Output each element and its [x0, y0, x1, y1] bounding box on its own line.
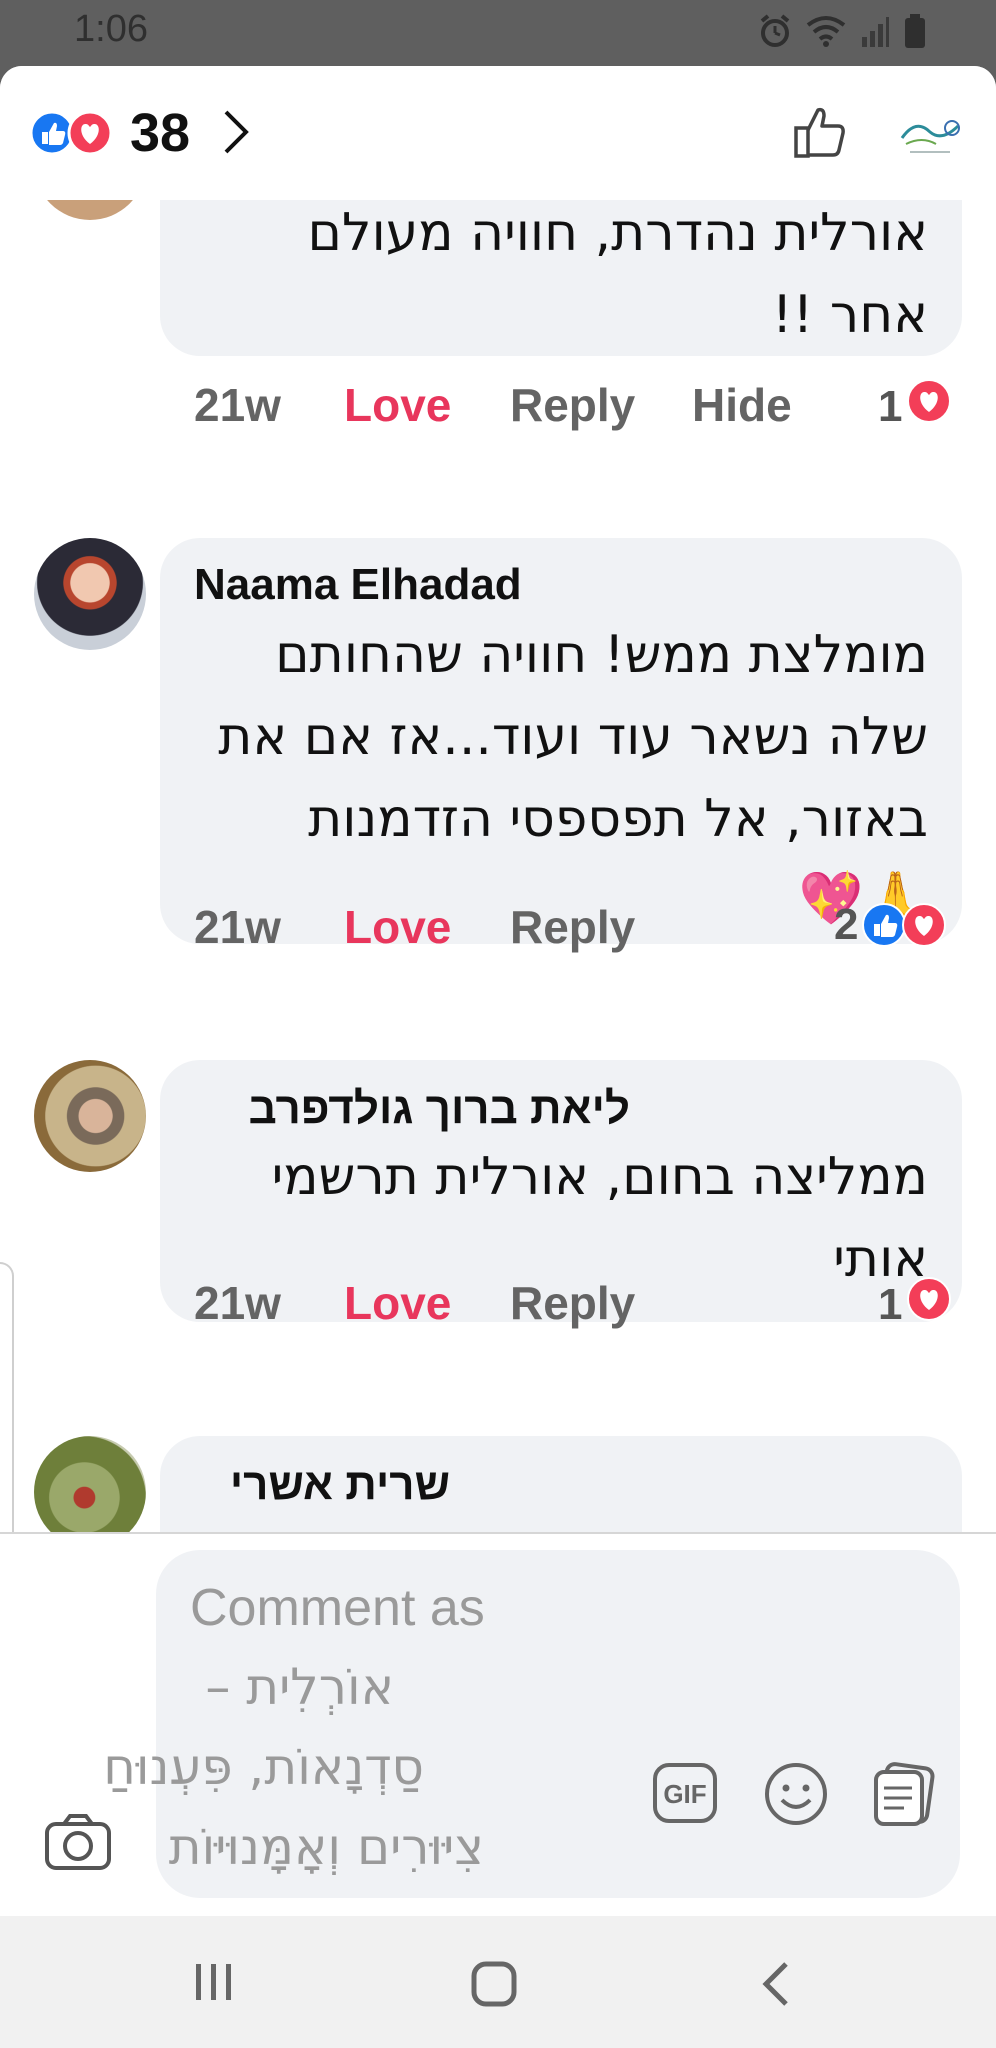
- emoji-icon[interactable]: [764, 1762, 828, 1831]
- reply-button[interactable]: Reply: [510, 378, 635, 432]
- comment-text-line: מומלצת ממש! חוויה שהחותם: [275, 625, 928, 685]
- comment-time[interactable]: 21w: [194, 900, 281, 954]
- recent-apps-icon[interactable]: [190, 1960, 238, 2009]
- comment-author[interactable]: שרית אשרי: [230, 1460, 450, 1510]
- comment-text-line: ממליצה בחום, אורלית תרשמי: [271, 1147, 928, 1207]
- avatar[interactable]: [34, 538, 146, 650]
- back-icon[interactable]: [758, 1960, 794, 2013]
- reactions-header: 38: [0, 66, 996, 201]
- comment-text-line: באזור, אל תפספסי הזדמנות: [308, 789, 928, 849]
- comment-placeholder: צִיּוּרִים וְאָמָּנוּיּוֹת: [168, 1818, 484, 1876]
- status-time: 1:06: [74, 8, 148, 50]
- comment-reactions[interactable]: 2: [834, 900, 948, 950]
- love-reaction-icon: [906, 378, 952, 435]
- status-bar: 1:06: [0, 0, 996, 66]
- comment-time[interactable]: 21w: [194, 378, 281, 432]
- camera-icon[interactable]: [44, 1812, 112, 1877]
- comment-text-line: שלה נשאר עוד ועוד...אז אם את: [218, 707, 928, 767]
- reply-button[interactable]: Reply: [510, 1276, 635, 1330]
- love-reaction-icon: [906, 1276, 952, 1333]
- comment-author[interactable]: ליאת ברוך גולדפרב: [249, 1084, 630, 1134]
- comment-placeholder: סַדְנָאוֹת, פִּעְנוּחַ: [103, 1738, 424, 1796]
- comments-list[interactable]: אורלית נהדרת, חוויה מעולם אחר !! 21w Lov…: [0, 200, 996, 1532]
- comment-bubble[interactable]: Naama Elhadad מומלצת ממש! חוויה שהחותם ש…: [160, 538, 962, 944]
- alarm-icon: [758, 14, 792, 53]
- gif-icon[interactable]: GIF: [652, 1762, 718, 1829]
- reaction-count: 1: [878, 381, 903, 431]
- comment-placeholder: אוֹרְלִית –: [205, 1658, 394, 1716]
- like-love-reaction-icons: [862, 903, 947, 947]
- comment-author[interactable]: Naama Elhadad: [194, 560, 522, 610]
- svg-text:GIF: GIF: [663, 1779, 706, 1809]
- sticker-icon[interactable]: [870, 1762, 936, 1833]
- status-icons: [758, 14, 926, 53]
- avatar[interactable]: [34, 200, 146, 220]
- home-icon[interactable]: [470, 1960, 518, 2013]
- reaction-count: 2: [834, 900, 859, 949]
- hide-button[interactable]: Hide: [692, 378, 792, 432]
- comment-bubble[interactable]: שרית אשרי ממליצה על תהליך עם אורלית-: [160, 1436, 962, 1532]
- comment-text-line: אחר !!: [771, 285, 928, 345]
- comment-input[interactable]: Comment as אוֹרְלִית – סַדְנָאוֹת, פִּעְ…: [103, 1550, 960, 1898]
- wifi-icon: [806, 15, 846, 52]
- reply-button[interactable]: Reply: [510, 900, 635, 954]
- battery-icon: [904, 14, 926, 53]
- love-button[interactable]: Love: [344, 1276, 451, 1330]
- system-nav-bar: [0, 1916, 996, 2048]
- comment-placeholder: Comment as: [190, 1579, 485, 1637]
- comment-text-line: אורלית נהדרת, חוויה מעולם: [307, 203, 928, 263]
- comment-time[interactable]: 21w: [194, 1276, 281, 1330]
- comment-reactions[interactable]: 1: [878, 1276, 952, 1333]
- comment-reactions[interactable]: 1: [878, 378, 952, 435]
- reaction-count: 1: [878, 1279, 903, 1329]
- chevron-right-icon[interactable]: [222, 108, 250, 161]
- reaction-summary[interactable]: [28, 110, 124, 156]
- signal-icon: [860, 15, 890, 52]
- comment-text-line: ממליצה על תהליך עם אורלית-: [246, 1512, 928, 1532]
- page-logo[interactable]: [896, 108, 964, 162]
- like-icon[interactable]: [790, 102, 850, 167]
- love-button[interactable]: Love: [344, 900, 451, 954]
- avatar[interactable]: [34, 1436, 146, 1532]
- comment-bubble[interactable]: אורלית נהדרת, חוויה מעולם אחר !!: [160, 200, 962, 356]
- love-button[interactable]: Love: [344, 378, 451, 432]
- avatar[interactable]: [34, 1060, 146, 1172]
- reaction-count[interactable]: 38: [130, 102, 190, 164]
